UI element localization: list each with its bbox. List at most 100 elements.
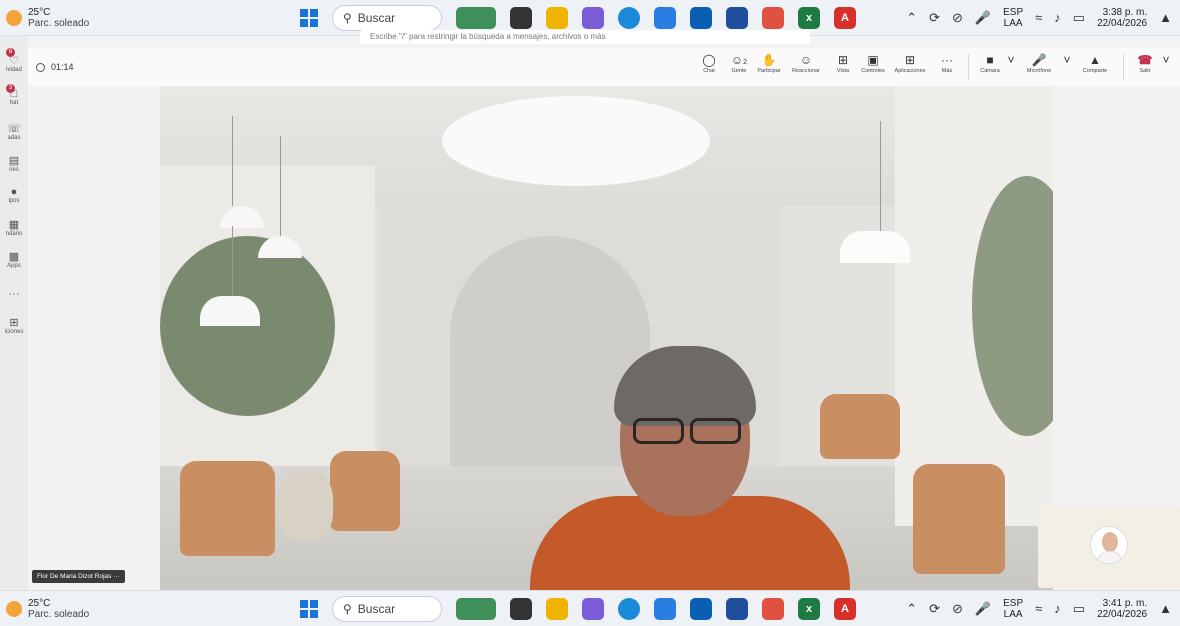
copilot-icon[interactable]: [582, 597, 604, 620]
acrobat-icon[interactable]: A: [834, 6, 856, 29]
avatar: [1090, 526, 1128, 564]
chat-button[interactable]: ◯ Chat: [694, 52, 724, 74]
clock[interactable]: 3:41 p. m. 22/04/2026: [1097, 598, 1147, 620]
pendant-lamp: [840, 231, 910, 263]
volume-icon[interactable]: ♪: [1054, 10, 1061, 25]
search-icon: ⚲: [343, 10, 352, 25]
side-table: [278, 471, 333, 541]
view-button[interactable]: ⊞ Vista: [828, 52, 858, 74]
teams-search-input[interactable]: Escribe "/" para restringir la búsqueda …: [360, 30, 810, 44]
weather-widget[interactable]: 25°C Parc. soleado: [6, 7, 89, 29]
ellipsis-icon: ···: [941, 53, 953, 67]
widgets-app-icon[interactable]: [456, 597, 496, 620]
app-icon[interactable]: [726, 597, 748, 620]
file-explorer-icon[interactable]: [546, 6, 568, 29]
chevron-down-icon: ˅: [1007, 53, 1015, 67]
edge-icon[interactable]: [618, 6, 640, 29]
weather-desc: Parc. soleado: [28, 608, 90, 620]
mic-tray-icon[interactable]: 🎤: [975, 601, 991, 617]
weather-temp: 25°C: [28, 597, 51, 609]
sidebar-item-calls[interactable]: ☏ adas: [0, 122, 28, 141]
smile-icon: ☺: [799, 53, 813, 67]
language-indicator[interactable]: ESP LAA: [1003, 598, 1023, 620]
sidebar-item-teams[interactable]: ● ipos: [0, 186, 28, 204]
store-icon[interactable]: [654, 6, 676, 29]
no-sync-icon[interactable]: ⊘: [952, 10, 963, 26]
widgets-app-icon[interactable]: [456, 6, 496, 29]
battery-icon[interactable]: ▭: [1073, 10, 1085, 26]
add-app-icon: ⊞: [904, 53, 916, 67]
mic-tray-icon[interactable]: 🎤: [975, 10, 991, 26]
excel-icon[interactable]: x: [798, 597, 820, 620]
leave-button[interactable]: ☎ Salir: [1130, 52, 1160, 74]
skylight: [442, 96, 710, 186]
task-view-icon[interactable]: [510, 6, 532, 29]
weather-desc: Parc. soleado: [28, 17, 90, 29]
chevron-down-icon: ˅: [1162, 53, 1170, 67]
people-icon: ☺2: [730, 53, 748, 67]
sync-icon[interactable]: ⟳: [929, 601, 940, 617]
phone-icon: ☏: [7, 123, 21, 135]
sidebar-item-apps[interactable]: ▩ Apps: [0, 250, 28, 269]
start-button[interactable]: [300, 8, 318, 27]
wifi-icon[interactable]: ≈: [1035, 601, 1042, 616]
sync-icon[interactable]: ⟳: [929, 10, 940, 26]
chevron-up-icon[interactable]: ⌃: [906, 10, 917, 26]
app-icon[interactable]: [726, 6, 748, 29]
mic-button[interactable]: 🎤 Micrófono: [1017, 52, 1061, 74]
taskbar-search[interactable]: ⚲ Buscar: [332, 4, 442, 31]
task-view-icon[interactable]: [510, 597, 532, 620]
apps-button[interactable]: ⊞ Aplicaciones: [888, 52, 932, 74]
language-indicator[interactable]: ESP LAA: [1003, 7, 1023, 29]
share-button[interactable]: ▲ Comparte: [1073, 52, 1117, 74]
sidebar-item-apps-add[interactable]: ⊞ iciones: [0, 316, 28, 335]
more-button[interactable]: ··· Más: [932, 52, 962, 74]
edge-icon[interactable]: [618, 597, 640, 620]
notification-icon[interactable]: ▲: [1159, 10, 1172, 25]
weather-widget[interactable]: 25°C Parc. soleado: [6, 598, 89, 620]
hand-icon: ✋: [761, 53, 777, 67]
sidebar-more-button[interactable]: ···: [0, 288, 28, 300]
camera-options-chevron[interactable]: ˅: [1005, 52, 1017, 68]
sidebar-item-calendar[interactable]: ▦ ndario: [0, 218, 28, 237]
search-label: Buscar: [357, 601, 396, 616]
participant-video[interactable]: [160, 86, 1053, 590]
chevron-up-icon[interactable]: ⌃: [906, 601, 917, 617]
file-explorer-icon[interactable]: [546, 597, 568, 620]
acrobat-icon[interactable]: A: [834, 597, 856, 620]
activity-badge: 6: [6, 48, 15, 57]
chat-badge: 3: [6, 84, 15, 93]
pendant-lamp: [200, 296, 260, 326]
volume-icon[interactable]: ♪: [1054, 601, 1061, 616]
camera-button[interactable]: ■ Cámara: [975, 52, 1005, 74]
react-button[interactable]: ☺ Reaccionar: [784, 52, 828, 74]
notification-icon[interactable]: ▲: [1159, 601, 1172, 616]
participant-name-tag[interactable]: Flor De Maria Dizot Rojas ···: [32, 570, 125, 583]
store-icon[interactable]: [654, 597, 676, 620]
copilot-icon[interactable]: [582, 6, 604, 29]
controls-button[interactable]: ▣ Controles: [858, 52, 888, 74]
leave-options-chevron[interactable]: ˅: [1160, 52, 1172, 68]
dell-icon[interactable]: [690, 6, 712, 29]
sidebar-item-chat[interactable]: 3 □ hat: [0, 84, 28, 106]
paint-icon[interactable]: [762, 597, 784, 620]
excel-icon[interactable]: x: [798, 6, 820, 29]
raise-hand-button[interactable]: ✋ Participar: [754, 52, 784, 74]
meeting-stage: Flor De Maria Dizot Rojas ···: [28, 86, 1180, 590]
mic-options-chevron[interactable]: ˅: [1061, 52, 1073, 68]
sidebar-item-meetings[interactable]: ▤ nes: [0, 154, 28, 173]
sidebar-item-activity[interactable]: 6 ♡ ividad: [0, 48, 28, 73]
start-button[interactable]: [300, 599, 318, 618]
self-view-tile[interactable]: [1038, 506, 1180, 588]
taskbar-search[interactable]: ⚲ Buscar: [332, 595, 442, 622]
dell-icon[interactable]: [690, 597, 712, 620]
participant-person: [530, 346, 850, 590]
wifi-icon[interactable]: ≈: [1035, 10, 1042, 25]
more-options-icon[interactable]: ···: [113, 573, 120, 580]
paint-icon[interactable]: [762, 6, 784, 29]
clock[interactable]: 3:38 p. m. 22/04/2026: [1097, 7, 1147, 29]
no-sync-icon[interactable]: ⊘: [952, 601, 963, 617]
armchair: [180, 461, 275, 556]
battery-icon[interactable]: ▭: [1073, 601, 1085, 617]
people-button[interactable]: ☺2 Gente: [724, 52, 754, 74]
